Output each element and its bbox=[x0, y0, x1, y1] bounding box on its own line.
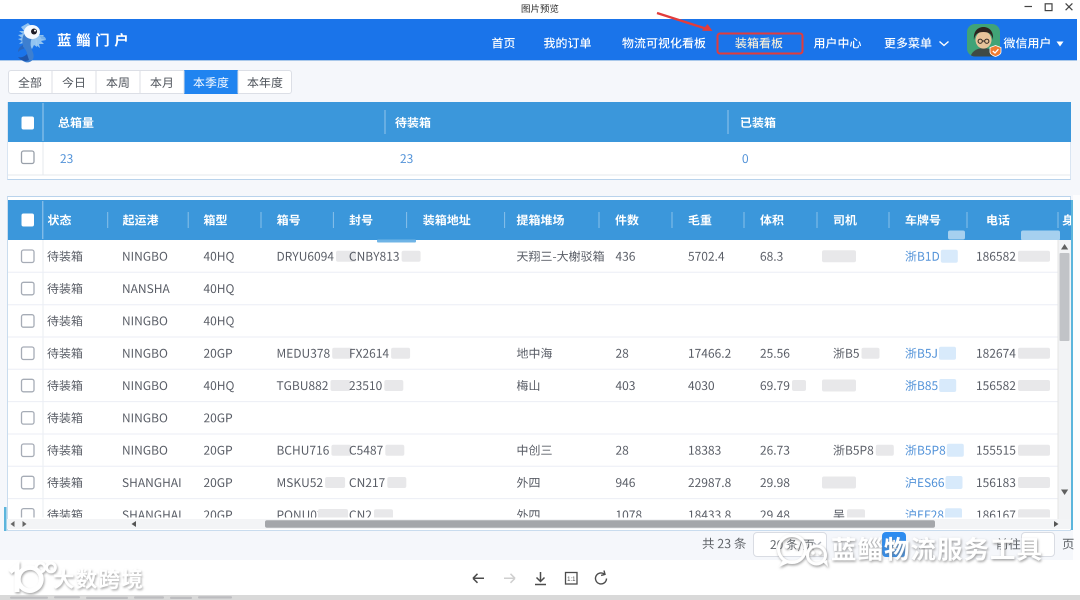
svg-text:1:1: 1:1 bbox=[567, 577, 576, 583]
